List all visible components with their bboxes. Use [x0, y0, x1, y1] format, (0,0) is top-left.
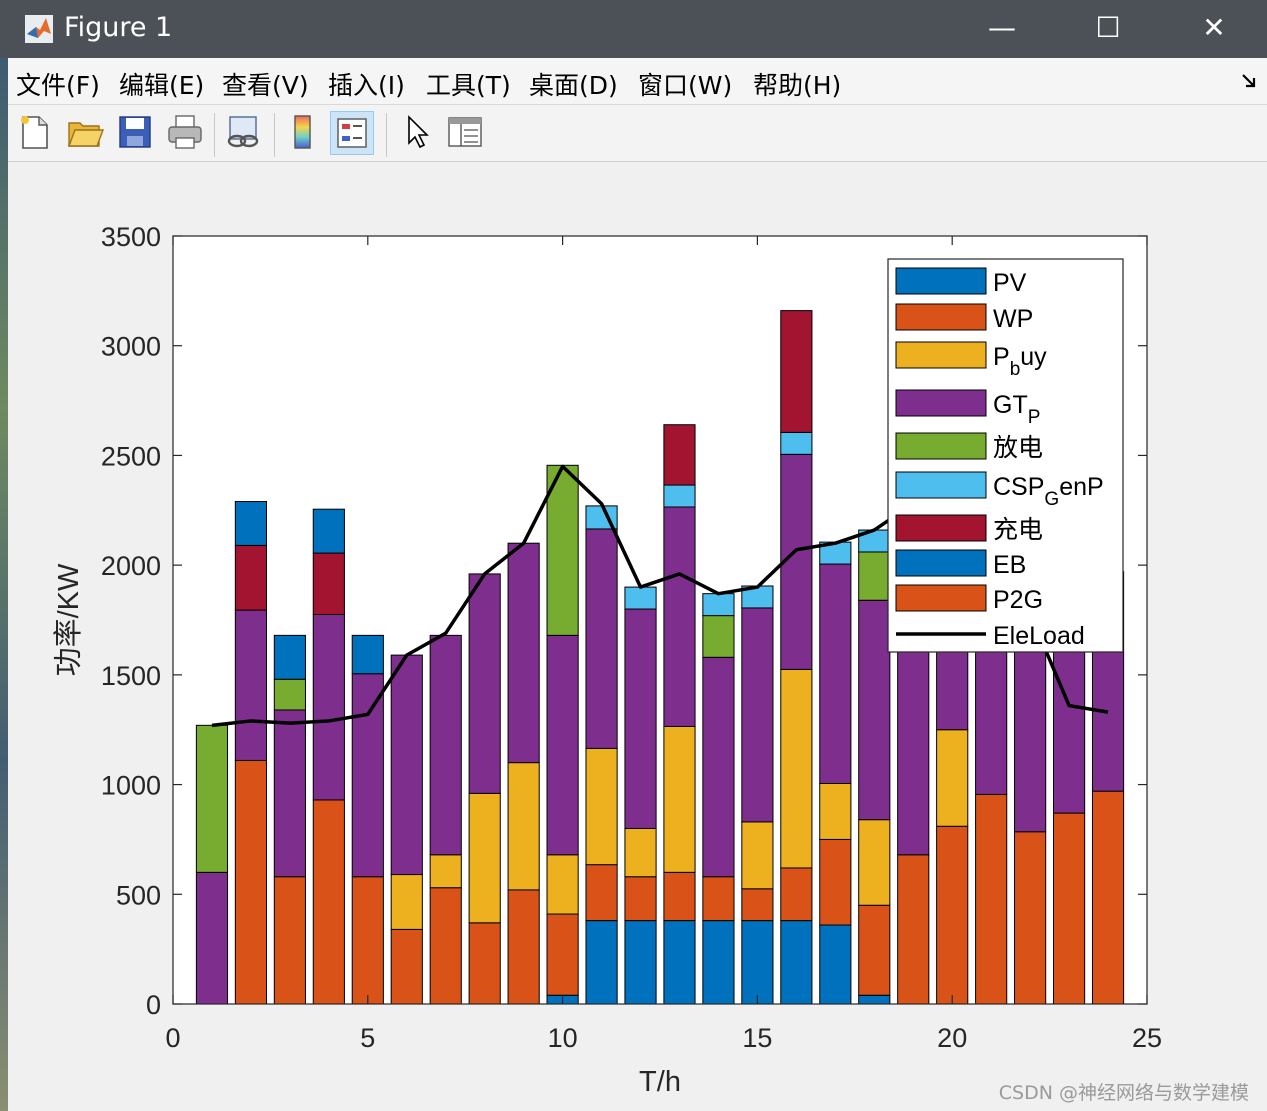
close-button[interactable]: ✕	[1164, 0, 1264, 58]
figure-toolbar	[8, 105, 1267, 162]
menu-insert[interactable]: 插入(I)	[328, 66, 405, 102]
window-title: Figure 1	[64, 12, 173, 43]
figure-canvas	[8, 162, 1267, 1109]
legend-icon[interactable]	[330, 111, 374, 155]
maximize-button[interactable]: ☐	[1058, 0, 1158, 58]
menu-tools[interactable]: 工具(T)	[426, 66, 511, 102]
menu-file[interactable]: 文件(F)	[16, 66, 100, 102]
menu-help[interactable]: 帮助(H)	[753, 66, 841, 102]
toolbar-separator	[274, 113, 275, 157]
link-plot-icon[interactable]	[222, 111, 264, 153]
pointer-arrow-icon[interactable]	[396, 111, 438, 153]
menu-view[interactable]: 查看(V)	[222, 66, 309, 102]
new-figure-icon[interactable]	[14, 111, 56, 153]
save-icon[interactable]	[114, 111, 156, 153]
colorbar-icon[interactable]	[282, 111, 324, 153]
toolbar-separator	[386, 113, 387, 157]
print-icon[interactable]	[164, 111, 206, 153]
open-folder-icon[interactable]	[64, 111, 106, 153]
matlab-logo-icon	[25, 15, 53, 43]
desktop-edge	[0, 58, 8, 1111]
menu-desktop[interactable]: 桌面(D)	[529, 66, 618, 102]
property-inspector-icon[interactable]	[444, 111, 486, 153]
menu-bar: 文件(F) 编辑(E) 查看(V) 插入(I) 工具(T) 桌面(D) 窗口(W…	[8, 58, 1267, 105]
watermark: CSDN @神经网络与数学建模	[998, 1082, 1249, 1104]
toolbar-separator	[214, 113, 215, 157]
window-titlebar: Figure 1 — ☐ ✕	[0, 0, 1267, 58]
minimize-button[interactable]: —	[952, 0, 1052, 58]
menu-edit[interactable]: 编辑(E)	[119, 66, 204, 102]
dock-arrow-icon[interactable]	[1240, 72, 1258, 90]
menu-window[interactable]: 窗口(W)	[638, 66, 732, 102]
